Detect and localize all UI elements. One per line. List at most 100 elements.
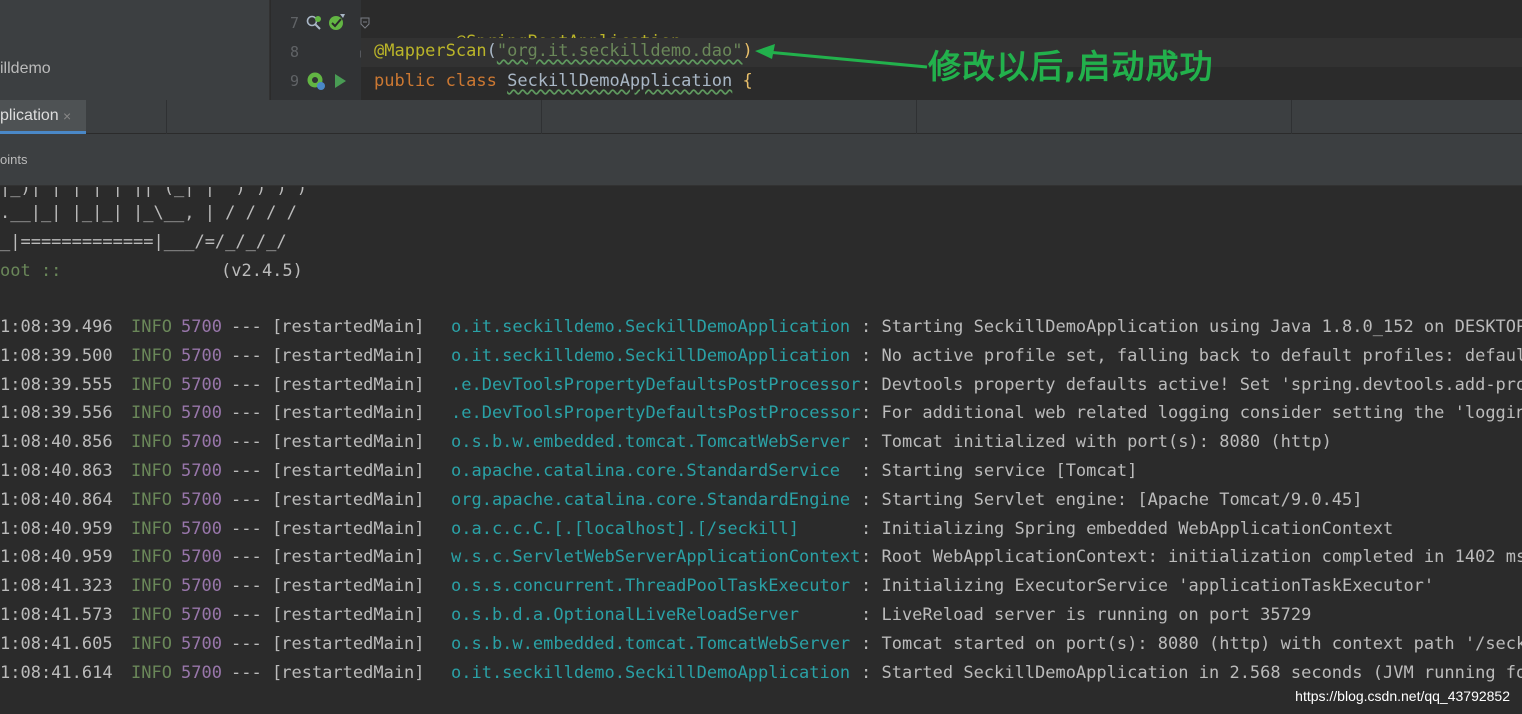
log-message: : Starting SeckillDemoApplication using …: [861, 317, 1522, 337]
log-timestamp: 1:08:39.555: [0, 374, 113, 395]
keyword-class: class: [445, 71, 497, 91]
banner-line: .__|_| |_|_| |_\__, | / / / /: [0, 203, 297, 223]
log-pid: 5700: [181, 461, 222, 481]
log-thread: restartedMain]: [271, 489, 425, 510]
log-level: INFO: [131, 461, 172, 481]
log-logger-name[interactable]: org.apache.catalina.core.StandardEngine: [451, 490, 850, 510]
log-level: INFO: [131, 345, 172, 366]
banner-line: |_)| | | | | || (_| | ) ) ) ): [0, 187, 308, 198]
log-logger-name[interactable]: o.s.b.w.embedded.tomcat.TomcatWebServer: [451, 432, 850, 452]
log-timestamp: 1:08:40.856: [0, 432, 113, 453]
log-logger-name[interactable]: o.s.b.w.embedded.tomcat.TomcatWebServer: [451, 634, 850, 654]
spring-bean-icon[interactable]: [305, 70, 327, 92]
log-timestamp: 1:08:39.556: [0, 403, 113, 424]
log-message: : Initializing Spring embedded WebApplic…: [861, 518, 1394, 539]
log-pid: 5700: [181, 633, 222, 654]
line-number-8: 8: [289, 43, 299, 61]
spring-boot-icon[interactable]: [327, 12, 347, 32]
close-icon[interactable]: ×: [63, 108, 71, 124]
log-message: : Initializing ExecutorService 'applicat…: [861, 576, 1435, 597]
class-name: SeckillDemoApplication: [507, 71, 733, 91]
log-logger-name[interactable]: o.it.seckilldemo.SeckillDemoApplication: [451, 663, 850, 683]
log-logger-name[interactable]: w.s.c.ServletWebServerApplicationContext: [451, 547, 860, 567]
log-thread: restartedMain]: [271, 605, 425, 625]
console-output[interactable]: |_)| | | | | || (_| | ) ) ) ) .__|_| |_|…: [0, 187, 1522, 714]
open-brace: {: [742, 71, 753, 91]
log-message: : Started SeckillDemoApplication in 2.56…: [861, 662, 1522, 683]
log-timestamp: 1:08:40.863: [0, 461, 113, 481]
run-icon[interactable]: [333, 73, 347, 89]
log-timestamp: 1:08:39.500: [0, 345, 113, 366]
log-pid: 5700: [181, 489, 222, 510]
log-level: INFO: [131, 518, 172, 539]
log-pid: 5700: [181, 576, 222, 597]
tab-divider: [166, 100, 167, 134]
log-pid: 5700: [181, 317, 222, 337]
log-level: INFO: [131, 432, 172, 453]
tab-divider: [541, 100, 542, 134]
log-message: : Root WebApplicationContext: initializa…: [861, 547, 1522, 568]
log-message: : Starting service [Tomcat]: [861, 461, 1138, 481]
log-level: INFO: [131, 489, 172, 510]
spring-bean-search-icon[interactable]: [305, 14, 323, 32]
banner-version: (v2.4.5): [221, 261, 303, 281]
run-tool-window-tabs: plication ×: [0, 100, 1522, 134]
log-timestamp: 1:08:41.573: [0, 605, 113, 625]
log-logger-name[interactable]: o.s.s.concurrent.ThreadPoolTaskExecutor: [451, 576, 850, 596]
log-message: : Starting Servlet engine: [Apache Tomca…: [861, 489, 1363, 510]
callout-annotation-text: 修改以后,启动成功: [928, 47, 1214, 86]
log-pid: 5700: [181, 403, 222, 424]
log-level: INFO: [131, 317, 172, 337]
keyword-public: public: [374, 71, 436, 91]
log-logger-name[interactable]: o.it.seckilldemo.SeckillDemoApplication: [451, 346, 850, 366]
log-thread: restartedMain]: [271, 547, 425, 568]
log-logger-name[interactable]: o.it.seckilldemo.SeckillDemoApplication: [451, 317, 850, 337]
log-thread: restartedMain]: [271, 662, 425, 683]
log-pid: 5700: [181, 605, 222, 625]
tab-run-configuration[interactable]: plication ×: [0, 100, 86, 134]
log-pid: 5700: [181, 662, 222, 683]
tab-label: plication: [0, 107, 59, 124]
log-thread: restartedMain]: [271, 317, 425, 337]
editor-gutter: 7 8 9: [271, 0, 361, 100]
log-timestamp: 1:08:40.864: [0, 489, 113, 510]
line-number-9: 9: [289, 72, 299, 90]
banner-spring-boot-label: oot ::: [0, 261, 62, 281]
banner-line: _|=============|___/=/_/_/_/: [0, 232, 287, 252]
log-message: : Tomcat started on port(s): 8080 (http)…: [861, 633, 1522, 654]
paren-open: (: [486, 41, 497, 61]
log-message: : Devtools property defaults active! Set…: [861, 374, 1522, 395]
log-logger-name[interactable]: .e.DevToolsPropertyDefaultsPostProcessor: [451, 403, 860, 423]
log-level: INFO: [131, 547, 172, 568]
log-logger-name[interactable]: o.apache.catalina.core.StandardService: [451, 461, 840, 481]
log-timestamp: 1:08:40.959: [0, 518, 113, 539]
line-number-7: 7: [289, 14, 299, 32]
log-level: INFO: [131, 633, 172, 654]
console-subtoolbar: oints: [0, 134, 1522, 186]
log-timestamp: 1:08:40.959: [0, 547, 113, 568]
tab-divider: [916, 100, 917, 134]
log-message: : Tomcat initialized with port(s): 8080 …: [861, 432, 1332, 453]
log-logger-name[interactable]: o.a.c.c.C.[.[localhost].[/seckill]: [451, 519, 799, 539]
log-pid: 5700: [181, 518, 222, 539]
log-message: : For additional web related logging con…: [861, 403, 1522, 424]
log-thread: restartedMain]: [271, 576, 425, 597]
log-level: INFO: [131, 403, 172, 424]
log-thread: restartedMain]: [271, 432, 425, 453]
code-line-7: @SpringBootApplication: [361, 7, 1522, 52]
project-tree-item[interactable]: illdemo: [0, 60, 51, 78]
endpoints-tab[interactable]: oints: [0, 152, 27, 167]
log-logger-name[interactable]: o.s.b.d.a.OptionalLiveReloadServer: [451, 605, 799, 625]
log-thread: restartedMain]: [271, 633, 425, 654]
log-level: INFO: [131, 374, 172, 395]
log-message: : No active profile set, falling back to…: [861, 345, 1522, 366]
log-level: INFO: [131, 576, 172, 597]
log-thread: restartedMain]: [271, 345, 425, 366]
tab-divider: [1291, 100, 1292, 134]
mapperscan-package-string: "org.it.seckilldemo.dao": [496, 41, 743, 61]
log-thread: restartedMain]: [271, 518, 425, 539]
log-timestamp: 1:08:39.496: [0, 317, 113, 337]
log-timestamp: 1:08:41.614: [0, 662, 113, 683]
log-logger-name[interactable]: .e.DevToolsPropertyDefaultsPostProcessor: [451, 375, 860, 395]
watermark-url: https://blog.csdn.net/qq_43792852: [1293, 688, 1512, 704]
